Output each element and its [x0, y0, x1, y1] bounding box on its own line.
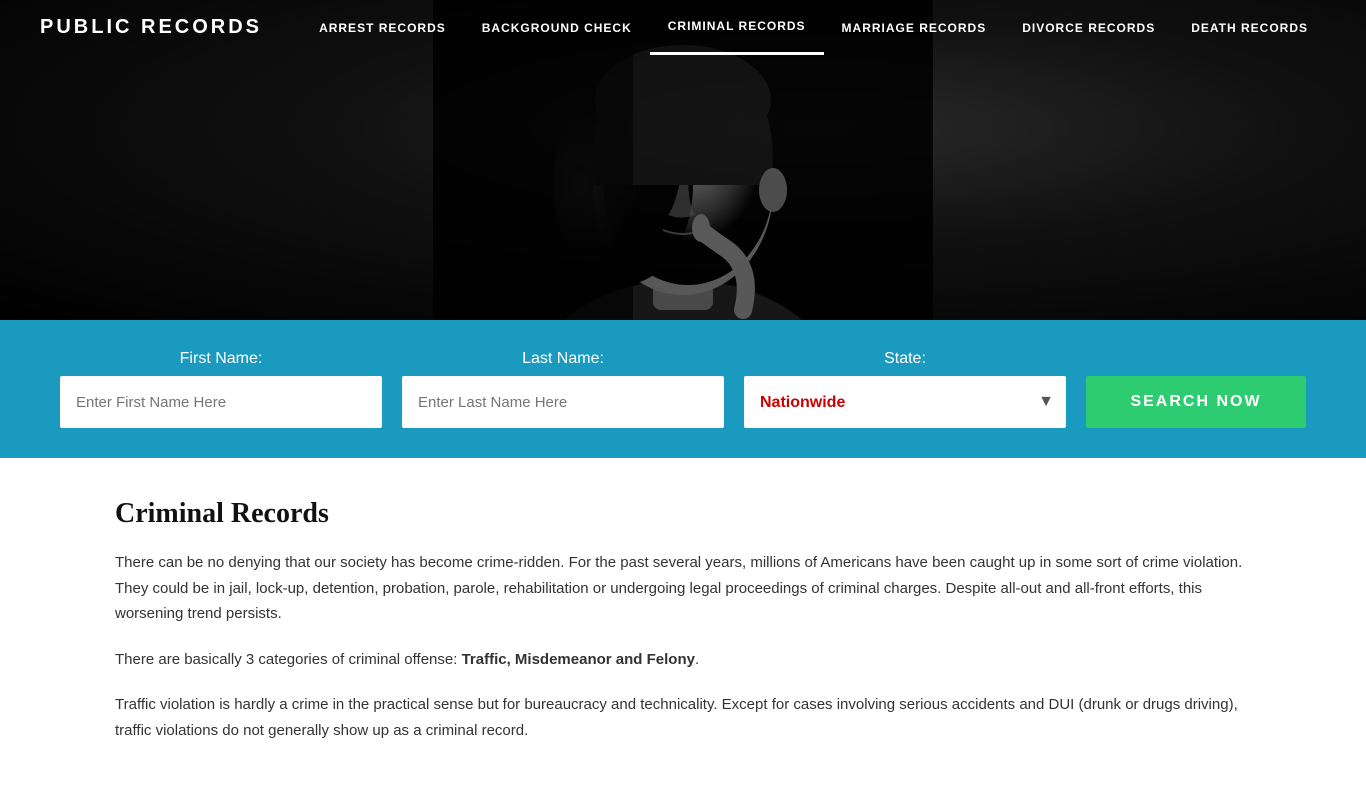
nav-marriage-records[interactable]: MARRIAGE RECORDS: [824, 0, 1005, 55]
content-paragraph-1: There can be no denying that our society…: [115, 550, 1251, 627]
last-name-field: Last Name:: [402, 350, 724, 428]
paragraph-2-bold: Traffic, Misdemeanor and Felony: [462, 651, 695, 668]
search-now-button[interactable]: SEARCH NOW: [1086, 376, 1306, 428]
state-select[interactable]: NationwideAlabamaAlaskaArizonaArkansasCa…: [744, 376, 1066, 428]
nav-arrest-records[interactable]: ARREST RECORDS: [301, 0, 464, 55]
content-paragraph-3: Traffic violation is hardly a crime in t…: [115, 692, 1251, 743]
nav-death-records[interactable]: DEATH RECORDS: [1173, 0, 1326, 55]
paragraph-2-prefix: There are basically 3 categories of crim…: [115, 651, 462, 668]
state-select-wrapper: NationwideAlabamaAlaskaArizonaArkansasCa…: [744, 376, 1066, 428]
search-bar: First Name: Last Name: State: Nationwide…: [0, 320, 1366, 458]
header: PUBLIC RECORDS ARREST RECORDS BACKGROUND…: [0, 0, 1366, 55]
last-name-label: Last Name:: [402, 350, 724, 368]
nav-criminal-records[interactable]: CRIMINAL RECORDS: [650, 0, 824, 55]
content-paragraph-2: There are basically 3 categories of crim…: [115, 647, 1251, 673]
content-title: Criminal Records: [115, 498, 1251, 530]
first-name-field: First Name:: [60, 350, 382, 428]
first-name-input[interactable]: [60, 376, 382, 428]
paragraph-2-suffix: .: [695, 651, 699, 668]
state-label: State:: [744, 350, 1066, 368]
site-logo: PUBLIC RECORDS: [40, 16, 262, 39]
nav-divorce-records[interactable]: DIVORCE RECORDS: [1004, 0, 1173, 55]
first-name-label: First Name:: [60, 350, 382, 368]
last-name-input[interactable]: [402, 376, 724, 428]
content-section: Criminal Records There can be no denying…: [0, 458, 1366, 803]
nav-background-check[interactable]: BACKGROUND CHECK: [464, 0, 650, 55]
main-nav: ARREST RECORDS BACKGROUND CHECK CRIMINAL…: [301, 0, 1326, 55]
state-field: State: NationwideAlabamaAlaskaArizonaArk…: [744, 350, 1066, 428]
